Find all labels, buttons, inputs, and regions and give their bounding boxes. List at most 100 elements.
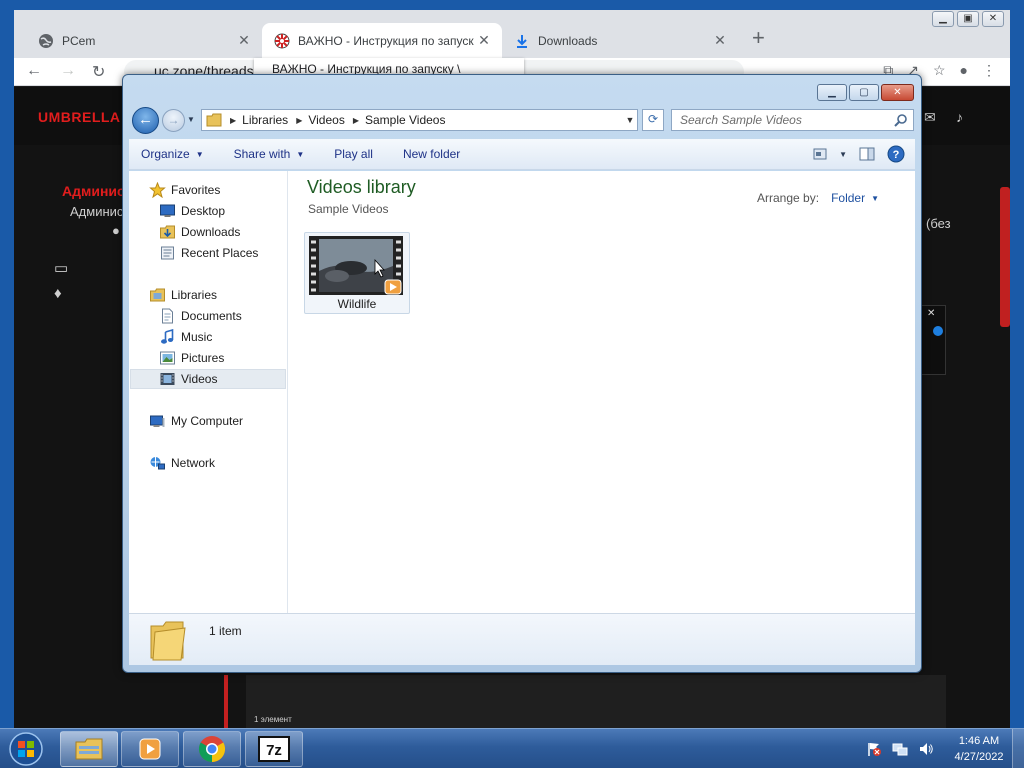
volume-icon[interactable] [918,741,934,757]
page-scrollbar[interactable] [1000,187,1010,327]
chevron-right-icon[interactable]: ▶ [353,116,359,125]
profile-icon[interactable]: ● [960,62,968,79]
search-placeholder: Search Sample Videos [680,113,802,127]
system-tray: 1:46 AM 4/27/2022 [866,733,1014,765]
author-name[interactable]: Админис [62,183,125,199]
maximize-icon[interactable]: ▢ [849,84,879,101]
mail-icon[interactable]: ✉ [924,109,936,126]
clock[interactable]: 1:46 AM 4/27/2022 [944,733,1014,765]
nav-item-documents[interactable]: Documents [159,306,242,326]
play-all-button[interactable]: Play all [334,147,373,161]
forward-arrow-icon[interactable]: → [60,62,76,80]
file-item-name: Wildlife [337,297,377,311]
file-list: Videos library Sample Videos Arrange by:… [289,171,915,613]
nav-label: Videos [181,372,218,386]
share-with-button[interactable]: Share with ▼ [234,147,305,161]
arrange-dropdown[interactable]: Folder ▼ [831,191,879,205]
back-button[interactable]: ← [132,107,159,134]
chevron-down-icon: ▼ [195,149,204,159]
change-view-icon[interactable] [813,148,827,160]
nav-item-recent-places[interactable]: Recent Places [159,243,258,263]
show-desktop-button[interactable] [1012,729,1024,768]
comment-icon[interactable]: ▭ [54,259,68,277]
search-input[interactable]: Search Sample Videos [671,109,914,131]
taskbar-7zip[interactable]: 7z [245,731,303,767]
close-icon[interactable]: ✕ [927,308,935,319]
back-arrow-icon[interactable]: ← [26,62,42,80]
breadcrumb-videos[interactable]: Videos [308,113,344,127]
downloads-folder-icon [160,225,175,239]
star-icon [149,182,166,198]
accent-divider [224,675,228,728]
tab-pcem[interactable]: PCem ✕ [26,23,262,58]
recent-pages-chevron-icon[interactable]: ▼ [187,115,195,124]
explorer-window: ▁ ▢ ✕ ← → ▼ ▶ Libraries ▶ Videos ▶ Sampl… [122,74,922,673]
refresh-button[interactable]: ⟳ [642,109,664,131]
nav-item-music[interactable]: Music [159,327,212,347]
maximize-icon[interactable]: ▣ [957,11,979,27]
menu-dots-icon[interactable]: ⋮ [982,62,996,79]
svg-text:?: ? [893,149,900,161]
address-bar[interactable]: ▶ Libraries ▶ Videos ▶ Sample Videos ▼ [201,109,638,131]
chrome-icon [198,736,226,763]
bookmark-star-icon[interactable]: ☆ [933,62,946,79]
download-icon [517,34,527,48]
start-orb-icon[interactable] [6,731,46,767]
tab-downloads[interactable]: Downloads ✕ [502,23,738,58]
site-logo[interactable]: UMBRELLA [38,109,121,125]
tab-instruction[interactable]: ВАЖНО - Инструкция по запуск ✕ [262,23,502,58]
reload-icon[interactable]: ↻ [92,62,105,82]
library-subtitle: Sample Videos [308,202,389,216]
nav-item-pictures[interactable]: Pictures [159,348,224,368]
new-tab-icon[interactable]: + [752,27,765,49]
network-icon[interactable] [892,741,908,757]
minimize-icon[interactable]: ▁ [817,84,847,101]
nav-label: Recent Places [181,246,259,260]
nav-item-network[interactable]: Network [149,453,215,473]
organize-button[interactable]: Organize ▼ [141,147,204,161]
search-icon[interactable] [894,113,908,127]
library-title: Videos library [307,177,416,197]
tab-close-icon[interactable]: ✕ [712,32,728,49]
user-icon: ● [112,223,120,238]
nav-item-downloads[interactable]: Downloads [159,222,240,242]
nav-label: Pictures [181,351,225,365]
chevron-down-icon[interactable]: ▼ [839,150,847,159]
thumbs-up-icon[interactable]: ♦ [54,285,62,302]
svg-text:7z: 7z [266,742,282,759]
nav-item-favorites[interactable]: Favorites [149,180,220,200]
taskbar-explorer[interactable] [60,731,118,767]
nav-item-desktop[interactable]: Desktop [159,201,225,221]
clock-time: 1:46 AM [958,735,1000,747]
network-icon [150,457,165,470]
chevron-right-icon[interactable]: ▶ [230,116,236,125]
nav-item-my-computer[interactable]: My Computer [149,411,243,431]
preview-pane-icon[interactable] [859,147,875,161]
tab-close-icon[interactable]: ✕ [476,32,492,49]
desktop-icon [160,204,175,217]
libraries-icon [150,288,165,302]
new-folder-button[interactable]: New folder [403,147,460,161]
refresh-icon: ⟳ [647,112,659,126]
bell-icon[interactable]: ♪ [956,109,963,125]
close-icon[interactable]: ✕ [881,84,914,101]
help-icon[interactable]: ? [887,145,905,163]
taskbar-chrome[interactable] [183,731,241,767]
breadcrumb-libraries[interactable]: Libraries [242,113,288,127]
side-dialog-fragment: ✕ [918,305,946,375]
close-icon[interactable]: ✕ [982,11,1004,27]
chevron-down-icon[interactable]: ▼ [623,115,637,125]
nav-item-libraries[interactable]: Libraries [149,285,217,305]
tab-close-icon[interactable]: ✕ [236,32,252,49]
forward-button[interactable]: → [162,109,185,132]
file-item-wildlife[interactable]: Wildlife [304,232,410,314]
breadcrumb-sample-videos[interactable]: Sample Videos [365,113,446,127]
minimize-icon[interactable]: ▁ [932,11,954,27]
chevron-right-icon[interactable]: ▶ [296,116,302,125]
taskbar-media-player[interactable] [121,731,179,767]
nav-label: Network [171,456,216,470]
details-pane: 1 item [129,613,915,665]
breadcrumb: ▶ Libraries ▶ Videos ▶ Sample Videos [222,113,623,127]
nav-item-videos[interactable]: Videos [159,369,217,389]
action-center-flag-icon[interactable] [866,741,882,757]
